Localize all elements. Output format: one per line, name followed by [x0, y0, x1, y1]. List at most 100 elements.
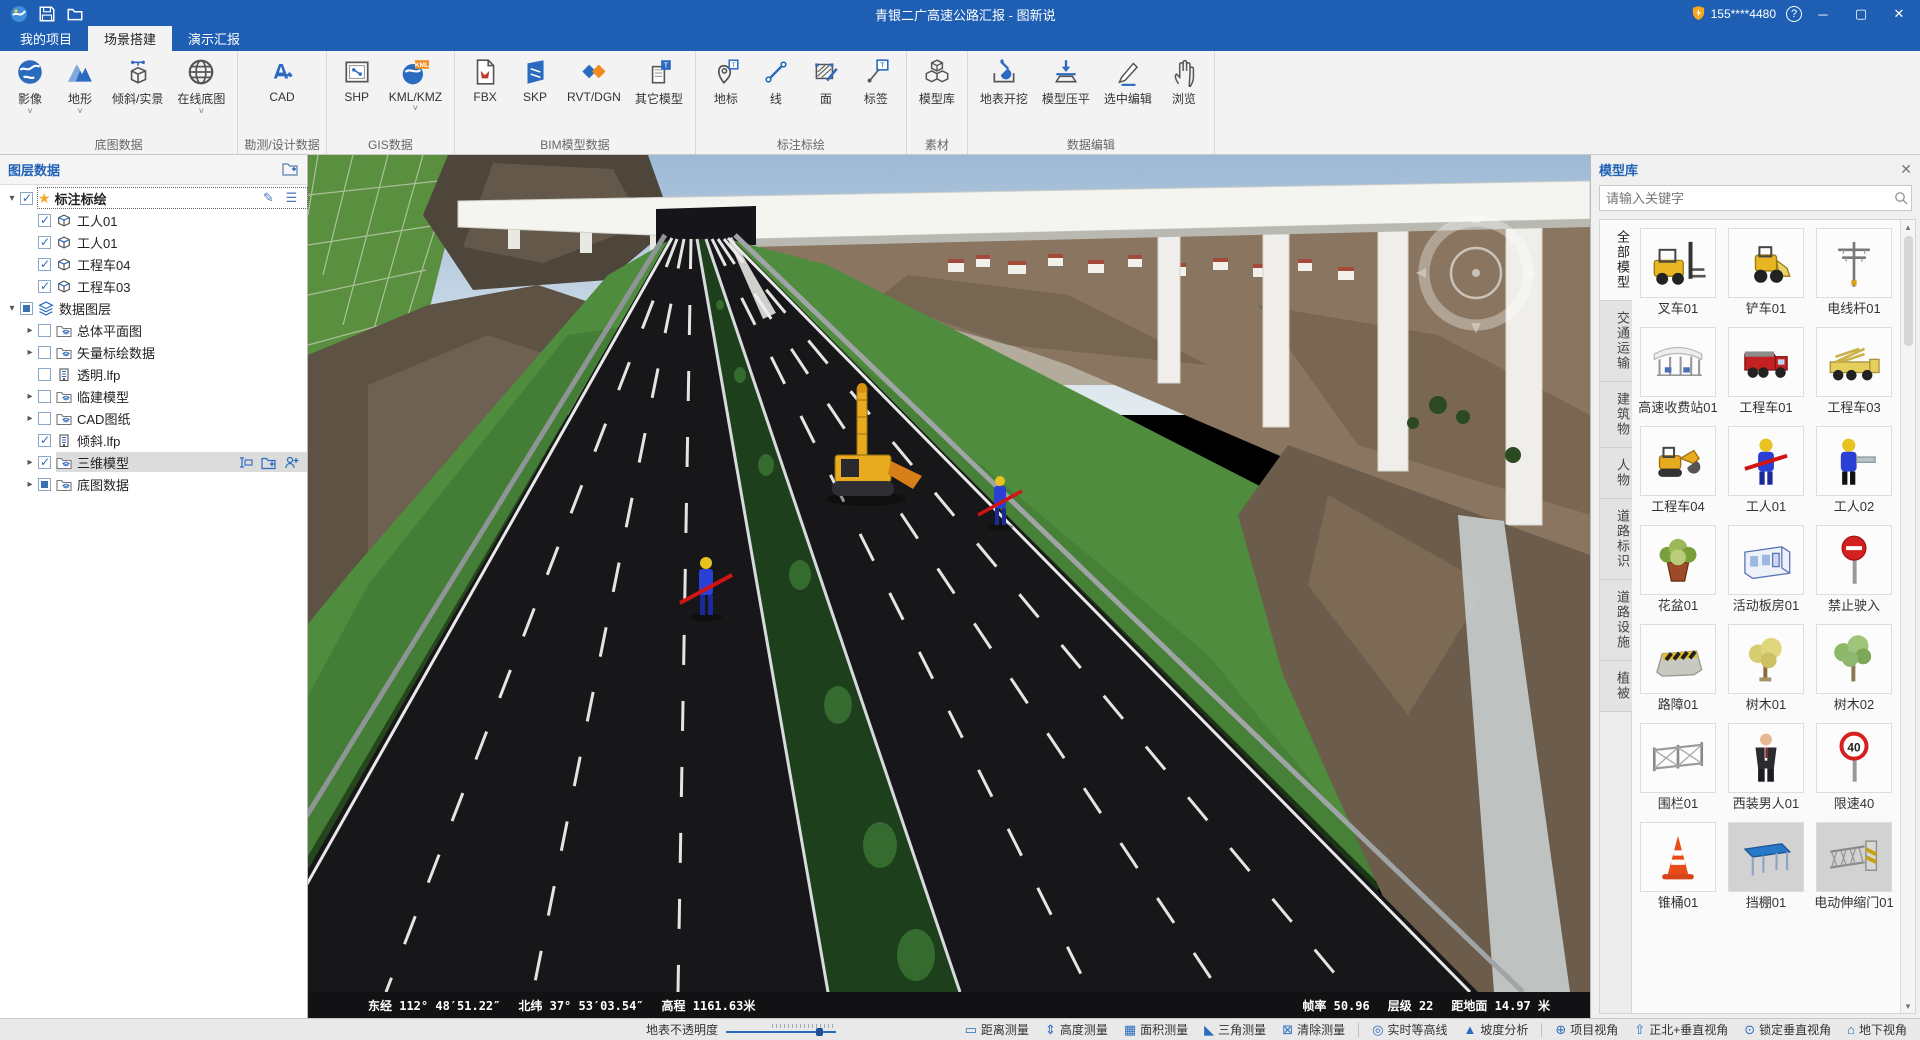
tool-measure-distance[interactable]: ▭距离测量	[958, 1019, 1036, 1040]
edit-icon[interactable]: ✎	[261, 191, 276, 206]
layer-checkbox[interactable]	[38, 258, 51, 271]
layer-row-truck04[interactable]: 工程车04	[0, 253, 307, 275]
new-group-icon[interactable]	[282, 161, 299, 179]
save-icon[interactable]	[38, 5, 56, 23]
layer-checkbox[interactable]	[38, 236, 51, 249]
expander-icon[interactable]: ▸	[22, 325, 38, 336]
skp-button[interactable]: SKP	[511, 53, 559, 113]
tool-measure-triangle[interactable]: ◣三角测量	[1197, 1019, 1273, 1040]
retractable-gate-item[interactable]: 电动伸缩门01	[1814, 822, 1894, 911]
browse-button[interactable]: 浏览	[1160, 53, 1208, 116]
layer-checkbox[interactable]	[20, 302, 33, 315]
placemark-button[interactable]: T地标	[702, 53, 750, 116]
layer-checkbox[interactable]	[38, 390, 51, 403]
tool-project-view[interactable]: ⊕项目视角	[1548, 1019, 1625, 1040]
layer-row-models-3d[interactable]: ▸三维模型	[0, 451, 307, 473]
layer-row-temp-models[interactable]: ▸临建模型	[0, 385, 307, 407]
model-search-input[interactable]	[1600, 191, 1891, 206]
help-icon[interactable]: ?	[1786, 6, 1802, 22]
edit-select-button[interactable]: 选中编辑	[1098, 53, 1158, 116]
fbx-button[interactable]: FBX	[461, 53, 509, 113]
scroll-up-icon[interactable]: ▲	[1904, 220, 1912, 234]
category-tab-road-facilities[interactable]: 道路设施	[1600, 580, 1632, 661]
tab-my-projects[interactable]: 我的项目	[4, 26, 88, 51]
rename-icon[interactable]	[238, 455, 253, 470]
viewport-scene[interactable]	[308, 155, 1590, 992]
portable-cabin-item[interactable]: 活动板房01	[1726, 525, 1806, 614]
tab-scene-build[interactable]: 场景搭建	[88, 26, 172, 51]
category-tab-buildings[interactable]: 建筑物	[1600, 382, 1632, 448]
layer-row-worker01-a[interactable]: 工人01	[0, 209, 307, 231]
forklift-item[interactable]: 叉车01	[1638, 228, 1718, 317]
scroll-down-icon[interactable]: ▼	[1904, 999, 1912, 1013]
traffic-cone-item[interactable]: 锥桶01	[1638, 822, 1718, 911]
rvt-button[interactable]: RVT/DGN	[561, 53, 627, 113]
list-icon[interactable]: ☰	[284, 191, 299, 206]
add-folder-icon[interactable]	[261, 455, 276, 470]
layer-checkbox[interactable]	[38, 434, 51, 447]
expander-icon[interactable]: ▾	[4, 303, 20, 314]
cad-button[interactable]: ACAD	[258, 53, 306, 113]
flatten-button[interactable]: 模型压平	[1036, 53, 1096, 116]
user-account[interactable]: 155****4480	[1691, 5, 1776, 24]
layer-row-oblique-lfp[interactable]: 倾斜.lfp	[0, 429, 307, 451]
surface-opacity-slider[interactable]	[726, 1024, 836, 1036]
maximize-button[interactable]: ▢	[1844, 2, 1878, 26]
layer-checkbox[interactable]	[38, 346, 51, 359]
tree-green-item[interactable]: 树木02	[1814, 624, 1894, 713]
layer-checkbox[interactable]	[20, 192, 33, 205]
worker-saw-item[interactable]: 工人02	[1814, 426, 1894, 515]
model-scrollbar[interactable]: ▲ ▼	[1900, 220, 1915, 1013]
polygon-button[interactable]: 面	[802, 53, 850, 116]
layer-row-basemap-data[interactable]: ▸底图数据	[0, 473, 307, 495]
layer-checkbox[interactable]	[38, 280, 51, 293]
oblique-button[interactable]: 倾斜/实景	[106, 53, 169, 116]
suit-man-item[interactable]: 西装男人01	[1726, 723, 1806, 812]
close-button[interactable]: ✕	[1882, 2, 1916, 26]
layer-row-worker01-b[interactable]: 工人01	[0, 231, 307, 253]
layer-row-truck03[interactable]: 工程车03	[0, 275, 307, 297]
layer-row-transparent-lfp[interactable]: 透明.lfp	[0, 363, 307, 385]
power-pole-item[interactable]: 电线杆01	[1814, 228, 1894, 317]
layer-checkbox[interactable]	[38, 456, 51, 469]
tool-slope-analysis[interactable]: ▲坡度分析	[1456, 1019, 1535, 1040]
expander-icon[interactable]: ▸	[22, 347, 38, 358]
tool-measure-area[interactable]: ▦面积测量	[1117, 1019, 1195, 1040]
dump-truck-item[interactable]: 工程车01	[1726, 327, 1806, 416]
open-folder-icon[interactable]	[66, 5, 84, 23]
tool-measure-clear[interactable]: ⊠清除测量	[1275, 1019, 1352, 1040]
layer-row-overall-plan[interactable]: ▸总体平面图	[0, 319, 307, 341]
tool-underground-view[interactable]: ⌂地下视角	[1840, 1019, 1914, 1040]
tool-live-contour[interactable]: ◎实时等高线	[1365, 1019, 1454, 1040]
imagery-button[interactable]: 影像˅	[6, 53, 54, 116]
search-icon[interactable]	[1891, 191, 1911, 205]
tool-lock-vertical-view[interactable]: ⊙锁定垂直视角	[1737, 1019, 1838, 1040]
layer-row-cad-drawings[interactable]: ▸CAD图纸	[0, 407, 307, 429]
layer-checkbox[interactable]	[38, 368, 51, 381]
layer-checkbox[interactable]	[38, 478, 51, 491]
category-tab-people[interactable]: 人物	[1600, 448, 1632, 499]
wheel-loader-item[interactable]: 铲车01	[1726, 228, 1806, 317]
speed-limit-40-item[interactable]: 40限速40	[1814, 723, 1894, 812]
road-barrier-item[interactable]: 路障01	[1638, 624, 1718, 713]
layer-checkbox[interactable]	[38, 324, 51, 337]
excavate-button[interactable]: 地表开挖	[974, 53, 1034, 116]
kml-button[interactable]: KMLKML/KMZ˅	[383, 53, 448, 113]
model-library-button[interactable]: 模型库	[913, 53, 961, 116]
layer-checkbox[interactable]	[38, 412, 51, 425]
excavator-item[interactable]: 工程车04	[1638, 426, 1718, 515]
minimize-button[interactable]: ─	[1806, 2, 1840, 26]
category-tab-transport[interactable]: 交通运输	[1600, 301, 1632, 382]
terrain-button[interactable]: 地形˅	[56, 53, 104, 116]
other-model-button[interactable]: T其它模型	[629, 53, 689, 116]
expander-icon[interactable]: ▸	[22, 479, 38, 490]
layer-row-data-layers[interactable]: ▾数据图层	[0, 297, 307, 319]
online-basemap-button[interactable]: 在线底图˅	[171, 53, 231, 116]
expander-icon[interactable]: ▸	[22, 457, 38, 468]
tree-yellow-item[interactable]: 树木01	[1726, 624, 1806, 713]
scroll-thumb[interactable]	[1904, 236, 1913, 346]
canopy-item[interactable]: 挡棚01	[1726, 822, 1806, 911]
layer-row-annotation-plot[interactable]: ▾★标注标绘✎☰	[0, 187, 307, 209]
line-button[interactable]: 线	[752, 53, 800, 116]
crane-truck-item[interactable]: 工程车03	[1814, 327, 1894, 416]
